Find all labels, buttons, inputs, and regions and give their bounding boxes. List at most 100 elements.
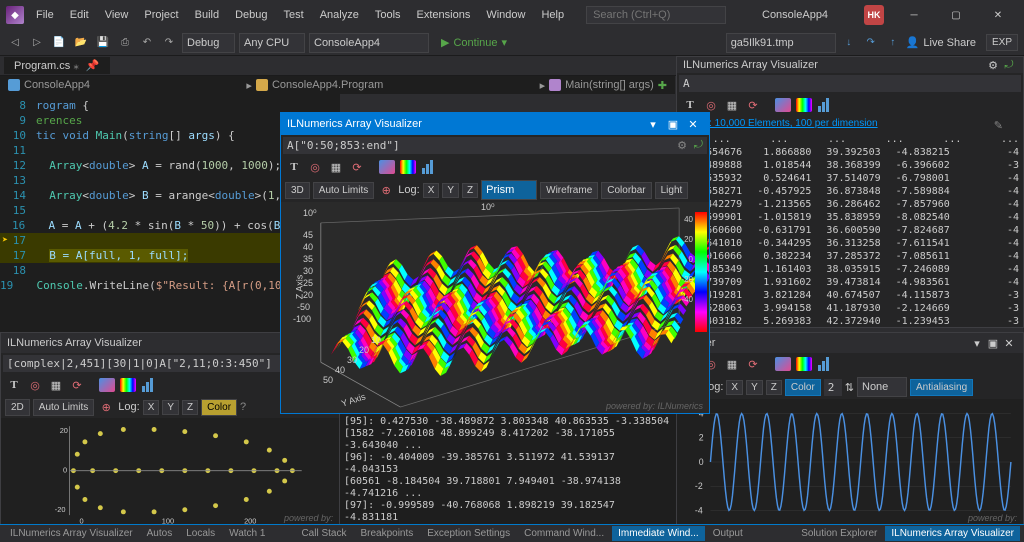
bars-icon[interactable]: [140, 376, 158, 394]
scatter-chart[interactable]: 20 0 -20 0 100 200 powered by:: [1, 418, 339, 525]
undo-icon[interactable]: ↶: [138, 34, 156, 52]
gear-icon[interactable]: ⚙: [677, 139, 687, 152]
menu-help[interactable]: Help: [533, 5, 572, 25]
axis-x-button[interactable]: X: [143, 400, 160, 415]
axis-z-button[interactable]: Z: [766, 380, 782, 395]
target-icon[interactable]: ◎: [26, 376, 44, 394]
project-select[interactable]: ConsoleApp4: [309, 33, 429, 53]
surface-icon[interactable]: [378, 158, 396, 176]
close-button[interactable]: ✕: [978, 3, 1018, 27]
maximize-button[interactable]: ▢: [936, 3, 976, 27]
bottom-tab[interactable]: ILNumerics Array Visualizer: [885, 526, 1020, 541]
bottom-tab[interactable]: Command Wind...: [518, 526, 610, 541]
antialiasing-button[interactable]: Antialiasing: [910, 379, 973, 396]
axis-y-button[interactable]: Y: [162, 400, 179, 415]
breadcrumb-class[interactable]: ▸ ConsoleApp4.Program: [246, 79, 383, 92]
menu-file[interactable]: File: [28, 5, 62, 25]
axis-z-button[interactable]: Z: [182, 400, 198, 415]
colorbar-button[interactable]: Colorbar: [601, 182, 651, 199]
add-icon[interactable]: ✚: [658, 79, 667, 92]
light-button[interactable]: Light: [655, 182, 689, 199]
bottom-tab[interactable]: Call Stack: [295, 526, 352, 541]
nav-fwd-icon[interactable]: ▷: [28, 34, 46, 52]
pin-icon[interactable]: 📌: [86, 60, 100, 72]
live-share-button[interactable]: 👤 Live Share: [906, 36, 976, 49]
text-icon[interactable]: T: [285, 158, 303, 176]
axis-z-button[interactable]: Z: [462, 183, 478, 198]
step-into-icon[interactable]: ↓: [840, 34, 858, 52]
reset-icon[interactable]: ⤾: [694, 139, 703, 152]
menu-extensions[interactable]: Extensions: [409, 5, 479, 25]
menu-window[interactable]: Window: [478, 5, 533, 25]
refresh-icon[interactable]: ⟳: [744, 96, 762, 114]
menu-tools[interactable]: Tools: [367, 5, 409, 25]
bars-icon[interactable]: [816, 355, 834, 373]
color-button[interactable]: Color: [201, 399, 237, 416]
grid-icon[interactable]: ▦: [327, 158, 345, 176]
immediate-window[interactable]: [95]: 0.427530 -38.489872 3.803348 40.86…: [340, 414, 676, 526]
stepper-icon[interactable]: ⇅: [845, 381, 854, 394]
bottom-tab[interactable]: ILNumerics Array Visualizer: [4, 526, 139, 541]
expression-input[interactable]: [679, 75, 1021, 92]
menu-test[interactable]: Test: [276, 5, 312, 25]
menu-debug[interactable]: Debug: [227, 5, 275, 25]
dropdown-icon[interactable]: ▾: [969, 337, 985, 350]
close-icon[interactable]: ✕: [1001, 337, 1017, 350]
bottom-tab[interactable]: Autos: [141, 526, 179, 541]
breadcrumb-project[interactable]: ConsoleApp4: [8, 79, 90, 91]
bottom-tab[interactable]: Locals: [180, 526, 221, 541]
minimize-button[interactable]: ─: [894, 3, 934, 27]
value-table[interactable]: ..................-40.5546761.86688039.3…: [677, 131, 1023, 327]
axis-y-button[interactable]: Y: [442, 183, 459, 198]
refresh-icon[interactable]: ⟳: [744, 355, 762, 373]
grid-icon[interactable]: ▦: [47, 376, 65, 394]
surface-icon[interactable]: [774, 355, 792, 373]
grid-icon[interactable]: ▦: [723, 96, 741, 114]
reset-icon[interactable]: ⤾: [1001, 59, 1017, 72]
auto-limits-button[interactable]: Auto Limits: [313, 182, 374, 199]
close-icon[interactable]: ✕: [683, 118, 703, 131]
grid-icon[interactable]: ▦: [723, 355, 741, 373]
menu-view[interactable]: View: [97, 5, 137, 25]
text-icon[interactable]: T: [5, 376, 23, 394]
floating-titlebar[interactable]: ILNumerics Array Visualizer ▾ ▣ ✕: [281, 113, 709, 135]
colormap-icon[interactable]: [795, 355, 813, 373]
axis-y-button[interactable]: Y: [746, 380, 763, 395]
width-input[interactable]: [824, 379, 842, 396]
bars-icon[interactable]: [816, 96, 834, 114]
crosshair-icon[interactable]: ⊕: [377, 181, 395, 199]
new-file-icon[interactable]: 📄: [50, 34, 68, 52]
step-out-icon[interactable]: ↑: [884, 34, 902, 52]
colormap-icon[interactable]: [795, 96, 813, 114]
expression-input[interactable]: [283, 137, 707, 154]
target-icon[interactable]: ◎: [306, 158, 324, 176]
menu-build[interactable]: Build: [187, 5, 227, 25]
edit-icon[interactable]: ✎: [994, 119, 1003, 132]
menu-project[interactable]: Project: [136, 5, 186, 25]
bottom-tab[interactable]: Solution Explorer: [795, 526, 883, 541]
surface-icon[interactable]: [774, 96, 792, 114]
search-input[interactable]: [586, 6, 726, 24]
help-icon[interactable]: ?: [240, 401, 246, 413]
dropdown-icon[interactable]: ▾: [643, 118, 663, 131]
refresh-icon[interactable]: ⟳: [68, 376, 86, 394]
marker-select[interactable]: None: [857, 377, 907, 397]
maximize-icon[interactable]: ▣: [663, 118, 683, 131]
bottom-tab[interactable]: Watch 1: [223, 526, 271, 541]
bottom-tab[interactable]: Immediate Wind...: [612, 526, 705, 541]
bottom-tab[interactable]: Exception Settings: [421, 526, 516, 541]
step-over-icon[interactable]: ↷: [862, 34, 880, 52]
menu-edit[interactable]: Edit: [62, 5, 97, 25]
save-all-icon[interactable]: ⎙: [116, 34, 134, 52]
crosshair-icon[interactable]: ⊕: [97, 398, 115, 416]
bottom-tab[interactable]: Breakpoints: [354, 526, 419, 541]
colormap-select[interactable]: Prism: [481, 180, 537, 200]
color-button[interactable]: Color: [785, 379, 821, 396]
menu-analyze[interactable]: Analyze: [312, 5, 367, 25]
refresh-icon[interactable]: ⟳: [348, 158, 366, 176]
redo-icon[interactable]: ↷: [160, 34, 178, 52]
bars-icon[interactable]: [420, 158, 438, 176]
axis-x-button[interactable]: X: [726, 380, 743, 395]
save-icon[interactable]: 💾: [94, 34, 112, 52]
auto-limits-button[interactable]: Auto Limits: [33, 399, 94, 416]
